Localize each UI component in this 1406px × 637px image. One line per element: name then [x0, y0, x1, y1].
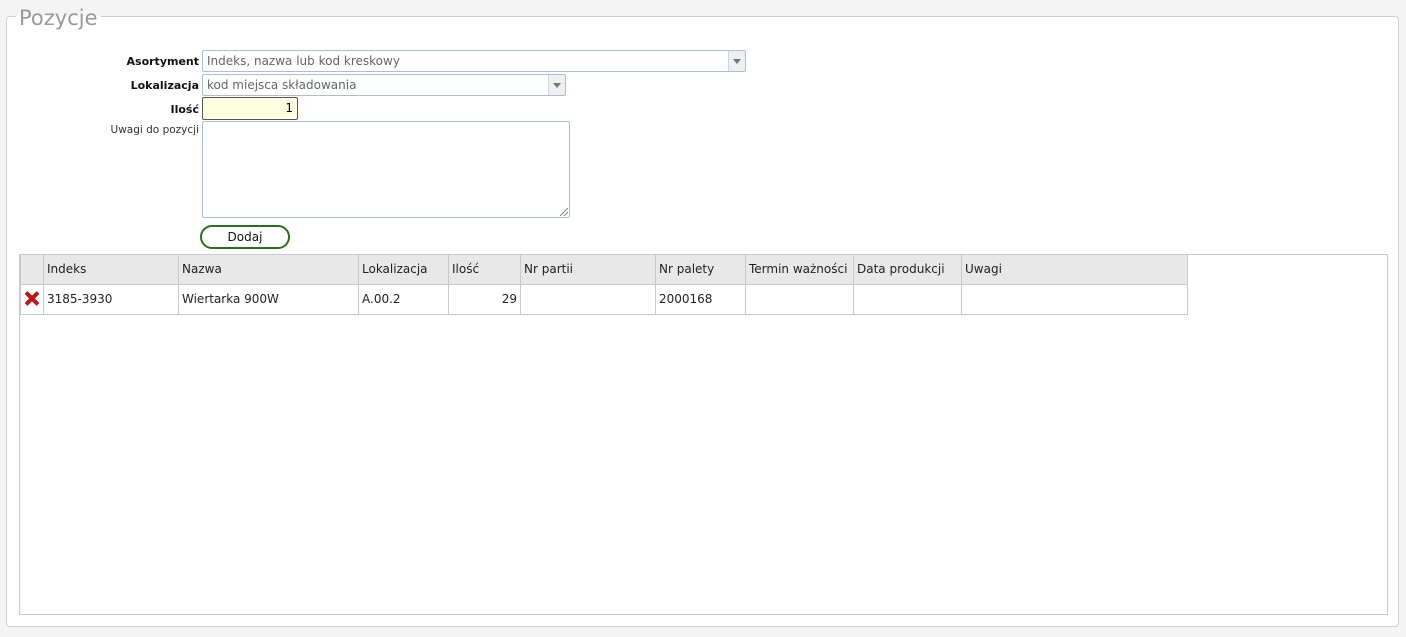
positions-grid: Indeks Nazwa Lokalizacja Ilość Nr partii…: [19, 254, 1388, 615]
quantity-input[interactable]: 1: [202, 97, 298, 120]
header-lokalizacja[interactable]: Lokalizacja: [358, 255, 449, 285]
lokalizacja-combo[interactable]: kod miejsca składowania: [202, 74, 566, 96]
table-row[interactable]: 3185-3930 Wiertarka 900W A.00.2 29 20001…: [20, 283, 1188, 315]
asortyment-combo[interactable]: Indeks, nazwa lub kod kreskowy: [202, 50, 746, 72]
delete-x-icon[interactable]: [24, 290, 40, 306]
header-termin[interactable]: Termin ważności: [745, 255, 854, 285]
cell-lokalizacja: A.00.2: [358, 283, 449, 315]
chevron-down-icon[interactable]: [728, 51, 745, 71]
header-action: [20, 255, 44, 285]
cell-ilosc: 29: [448, 283, 521, 315]
header-data-produkcji[interactable]: Data produkcji: [853, 255, 962, 285]
header-nr-partii[interactable]: Nr partii: [520, 255, 656, 285]
header-nr-palety[interactable]: Nr palety: [655, 255, 746, 285]
chevron-down-icon[interactable]: [548, 75, 565, 95]
cell-nazwa: Wiertarka 900W: [178, 283, 359, 315]
lokalizacja-label: Lokalizacja: [130, 79, 199, 92]
header-uwagi[interactable]: Uwagi: [961, 255, 1188, 285]
uwagi-label: Uwagi do pozycji: [110, 124, 199, 136]
asortyment-placeholder: Indeks, nazwa lub kod kreskowy: [207, 54, 400, 68]
row-action-cell[interactable]: [20, 283, 44, 315]
header-nazwa[interactable]: Nazwa: [178, 255, 359, 285]
cell-nr-partii: [520, 283, 656, 315]
resize-handle-icon[interactable]: [560, 208, 568, 216]
section-title: Pozycje: [16, 4, 101, 32]
positions-table: Indeks Nazwa Lokalizacja Ilość Nr partii…: [20, 255, 1188, 315]
cell-termin: [745, 283, 854, 315]
cell-data-produkcji: [853, 283, 962, 315]
header-ilosc[interactable]: Ilość: [448, 255, 521, 285]
add-button[interactable]: Dodaj: [200, 225, 290, 249]
cell-indeks: 3185-3930: [43, 283, 179, 315]
lokalizacja-placeholder: kod miejsca składowania: [207, 78, 357, 92]
ilosc-label: Ilość: [170, 103, 200, 116]
cell-nr-palety: 2000168: [655, 283, 746, 315]
cell-uwagi: [961, 283, 1188, 315]
notes-textarea[interactable]: [202, 121, 570, 218]
asortyment-label: Asortyment: [126, 55, 199, 68]
table-header-row: Indeks Nazwa Lokalizacja Ilość Nr partii…: [20, 255, 1188, 285]
header-indeks[interactable]: Indeks: [43, 255, 179, 285]
